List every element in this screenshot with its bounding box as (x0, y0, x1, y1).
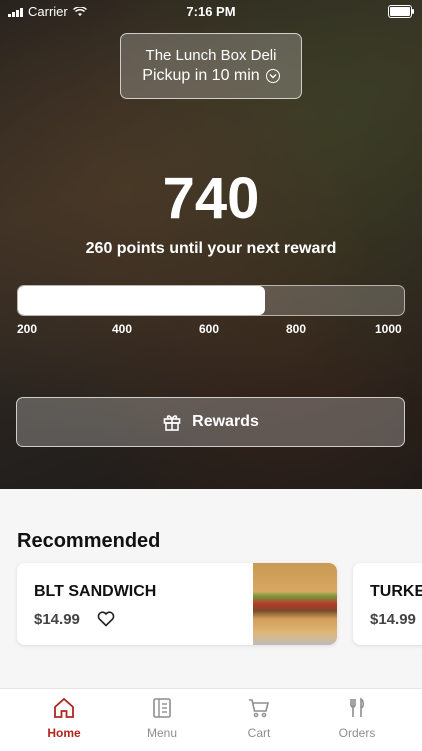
menu-icon (153, 698, 171, 718)
tab-bar: Home Menu Cart Orders (0, 688, 422, 751)
pickup-time: Pickup in 10 min (121, 67, 301, 85)
chevron-down-icon (265, 69, 280, 83)
tab-label: Orders (338, 726, 376, 740)
points-subtitle: 260 points until your next reward (85, 240, 337, 257)
tab-label: Cart (247, 726, 271, 740)
item-image (253, 563, 337, 645)
status-time: 7:16 PM (186, 4, 236, 19)
utensils-icon (350, 697, 365, 717)
cart-icon (249, 699, 270, 718)
store-name: The Lunch Box Deli (145, 47, 277, 64)
item-price: $14.99 (370, 611, 416, 628)
gift-icon (163, 415, 181, 431)
points-total: 740 (162, 166, 260, 231)
rewards-button-label: Rewards (192, 413, 259, 430)
tick-label: 800 (286, 322, 307, 336)
recommended-item-card[interactable]: BLT SANDWICH $14.99 (17, 563, 337, 645)
tick-label: 600 (199, 322, 220, 336)
tick-label: 1000 (375, 322, 402, 336)
item-name: TURKE (370, 583, 422, 600)
tab-label: Menu (146, 726, 178, 740)
store-selector[interactable]: The Lunch Box Deli Pickup in 10 min (120, 33, 302, 99)
home-icon (54, 697, 74, 718)
progress-fill (18, 286, 266, 315)
tab-home[interactable]: Home (14, 697, 114, 740)
status-bar: Carrier 7:16 PM (0, 0, 422, 22)
battery-icon (388, 5, 414, 18)
item-price: $14.99 (34, 611, 80, 628)
recommended-item-card[interactable]: TURKE $14.99 (353, 563, 422, 645)
tab-orders[interactable]: Orders (307, 697, 407, 740)
tab-menu[interactable]: Menu (112, 697, 212, 740)
points-progress-bar (17, 285, 405, 316)
heart-icon[interactable] (97, 611, 115, 627)
item-name: BLT SANDWICH (34, 583, 157, 600)
tab-cart[interactable]: Cart (209, 697, 309, 740)
tick-label: 400 (112, 322, 133, 336)
pickup-label: Pickup in 10 min (142, 67, 260, 84)
rewards-button[interactable]: Rewards (16, 397, 405, 447)
progress-ticks: 200 400 600 800 1000 (0, 322, 422, 338)
recommended-title: Recommended (17, 530, 161, 552)
tab-label: Home (47, 726, 81, 740)
tick-label: 200 (17, 322, 38, 336)
